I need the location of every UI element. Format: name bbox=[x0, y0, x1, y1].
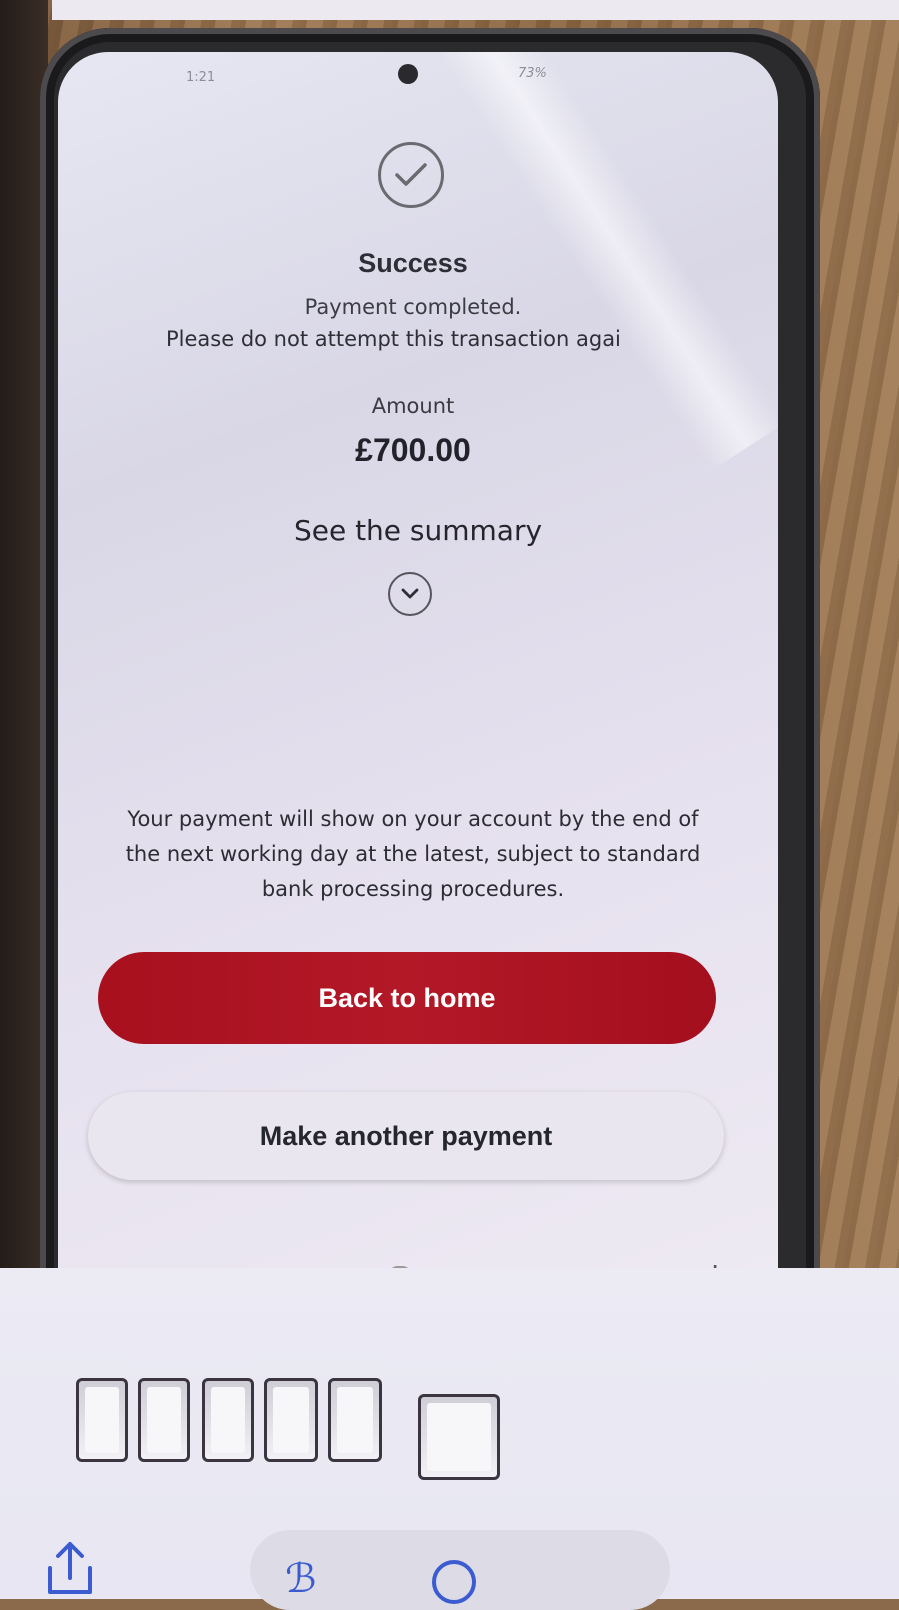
gallery-thumbnail[interactable] bbox=[202, 1378, 254, 1462]
see-summary-link[interactable]: See the summary bbox=[258, 514, 578, 547]
amount-label: Amount bbox=[371, 394, 455, 418]
chevron-down-icon[interactable] bbox=[388, 572, 432, 616]
status-battery: 73% bbox=[518, 66, 547, 81]
make-another-payment-button[interactable]: Make another payment bbox=[88, 1092, 724, 1180]
gallery-thumbnail[interactable] bbox=[76, 1378, 128, 1462]
gallery-thumbnail[interactable] bbox=[328, 1378, 382, 1462]
phone-screen: 1:21 73% Success Payment completed. Plea… bbox=[58, 52, 778, 1298]
share-icon[interactable] bbox=[40, 1538, 100, 1598]
gallery-thumbnail[interactable] bbox=[138, 1378, 190, 1462]
chevron-glyph bbox=[401, 588, 419, 599]
gallery-thumbnail-selected[interactable] bbox=[418, 1394, 500, 1480]
gallery-thumbnail[interactable] bbox=[264, 1378, 318, 1462]
check-circle-icon bbox=[378, 142, 444, 208]
do-not-retry-text: Please do not attempt this transaction a… bbox=[166, 327, 621, 351]
success-title: Success bbox=[358, 248, 468, 278]
back-to-home-button[interactable]: Back to home bbox=[98, 952, 716, 1044]
payment-completed-text: Payment completed. bbox=[304, 295, 522, 319]
top-strip bbox=[52, 0, 899, 20]
lens-icon[interactable] bbox=[432, 1560, 476, 1604]
front-camera bbox=[398, 64, 418, 84]
amount-value: £700.00 bbox=[355, 432, 471, 468]
processing-info-text: Your payment will show on your account b… bbox=[125, 807, 701, 901]
status-time: 1:21 bbox=[186, 70, 216, 85]
edit-icon[interactable]: ℬ bbox=[285, 1556, 316, 1602]
check-mark-icon bbox=[395, 163, 427, 186]
